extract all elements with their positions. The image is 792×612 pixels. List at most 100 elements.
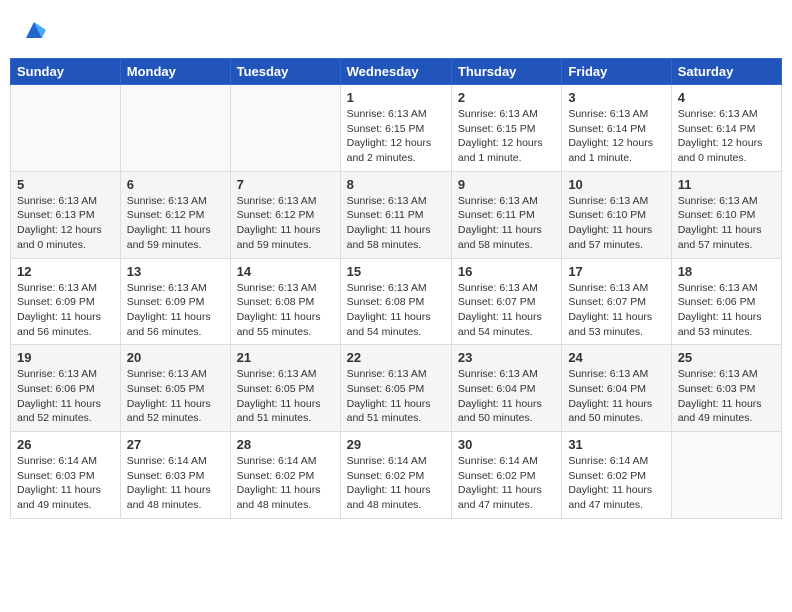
day-info: Sunrise: 6:13 AM Sunset: 6:07 PM Dayligh… xyxy=(568,281,664,340)
calendar-cell: 6 Sunrise: 6:13 AM Sunset: 6:12 PM Daylig… xyxy=(120,171,230,258)
calendar-cell: 13Sunrise: 6:13 AM Sunset: 6:09 PM Dayli… xyxy=(120,258,230,345)
day-number: 19 xyxy=(17,350,114,365)
calendar-cell xyxy=(671,432,781,519)
day-number: 4 xyxy=(678,90,775,105)
day-number: 28 xyxy=(237,437,334,452)
day-info: Sunrise: 6:13 AM Sunset: 6:08 PM Dayligh… xyxy=(237,281,334,340)
day-info: Sunrise: 6:13 AM Sunset: 6:04 PM Dayligh… xyxy=(458,367,555,426)
calendar-cell xyxy=(11,85,121,172)
calendar-cell: 22 Sunrise: 6:13 AM Sunset: 6:05 PM Dayli… xyxy=(340,345,451,432)
day-number: 23 xyxy=(458,350,555,365)
calendar-cell: 17 Sunrise: 6:13 AM Sunset: 6:07 PM Dayli… xyxy=(562,258,671,345)
day-number: 17 xyxy=(568,264,664,279)
calendar-week-row: 1 Sunrise: 6:13 AM Sunset: 6:15 PM Daylig… xyxy=(11,85,782,172)
weekday-header-wednesday: Wednesday xyxy=(340,59,451,85)
calendar-cell xyxy=(230,85,340,172)
calendar-cell: 15 Sunrise: 6:13 AM Sunset: 6:08 PM Dayli… xyxy=(340,258,451,345)
calendar-cell: 24 Sunrise: 6:13 AM Sunset: 6:04 PM Dayli… xyxy=(562,345,671,432)
day-info: Sunrise: 6:13 AM Sunset: 6:14 PM Dayligh… xyxy=(678,107,775,166)
day-info: Sunrise: 6:13 AM Sunset: 6:12 PM Dayligh… xyxy=(237,194,334,253)
day-info: Sunrise: 6:14 AM Sunset: 6:03 PM Dayligh… xyxy=(17,454,114,513)
calendar-week-row: 5Sunrise: 6:13 AM Sunset: 6:13 PM Daylig… xyxy=(11,171,782,258)
day-number: 30 xyxy=(458,437,555,452)
day-info: Sunrise: 6:13 AM Sunset: 6:14 PM Dayligh… xyxy=(568,107,664,166)
calendar-cell: 23 Sunrise: 6:13 AM Sunset: 6:04 PM Dayli… xyxy=(451,345,561,432)
day-info: Sunrise: 6:13 AM Sunset: 6:10 PM Dayligh… xyxy=(678,194,775,253)
logo xyxy=(20,18,46,42)
day-number: 27 xyxy=(127,437,224,452)
day-info: Sunrise: 6:13 AM Sunset: 6:15 PM Dayligh… xyxy=(347,107,445,166)
calendar-week-row: 26 Sunrise: 6:14 AM Sunset: 6:03 PM Dayli… xyxy=(11,432,782,519)
day-info: Sunrise: 6:13 AM Sunset: 6:05 PM Dayligh… xyxy=(237,367,334,426)
day-info: Sunrise: 6:13 AM Sunset: 6:09 PM Dayligh… xyxy=(127,281,224,340)
calendar-cell: 25 Sunrise: 6:13 AM Sunset: 6:03 PM Dayli… xyxy=(671,345,781,432)
day-info: Sunrise: 6:13 AM Sunset: 6:06 PM Dayligh… xyxy=(678,281,775,340)
day-number: 24 xyxy=(568,350,664,365)
day-number: 11 xyxy=(678,177,775,192)
weekday-header-tuesday: Tuesday xyxy=(230,59,340,85)
calendar-cell: 11 Sunrise: 6:13 AM Sunset: 6:10 PM Dayli… xyxy=(671,171,781,258)
day-info: Sunrise: 6:13 AM Sunset: 6:04 PM Dayligh… xyxy=(568,367,664,426)
calendar-cell xyxy=(120,85,230,172)
weekday-header-sunday: Sunday xyxy=(11,59,121,85)
day-info: Sunrise: 6:13 AM Sunset: 6:07 PM Dayligh… xyxy=(458,281,555,340)
calendar-cell: 29 Sunrise: 6:14 AM Sunset: 6:02 PM Dayli… xyxy=(340,432,451,519)
day-number: 12 xyxy=(17,264,114,279)
day-info: Sunrise: 6:13 AM Sunset: 6:10 PM Dayligh… xyxy=(568,194,664,253)
calendar-cell: 5Sunrise: 6:13 AM Sunset: 6:13 PM Daylig… xyxy=(11,171,121,258)
day-number: 2 xyxy=(458,90,555,105)
day-number: 21 xyxy=(237,350,334,365)
day-info: Sunrise: 6:13 AM Sunset: 6:05 PM Dayligh… xyxy=(127,367,224,426)
day-info: Sunrise: 6:14 AM Sunset: 6:03 PM Dayligh… xyxy=(127,454,224,513)
calendar-cell: 18 Sunrise: 6:13 AM Sunset: 6:06 PM Dayli… xyxy=(671,258,781,345)
calendar-table: SundayMondayTuesdayWednesdayThursdayFrid… xyxy=(10,58,782,519)
day-info: Sunrise: 6:14 AM Sunset: 6:02 PM Dayligh… xyxy=(347,454,445,513)
weekday-header-saturday: Saturday xyxy=(671,59,781,85)
day-number: 22 xyxy=(347,350,445,365)
day-number: 26 xyxy=(17,437,114,452)
calendar-week-row: 19Sunrise: 6:13 AM Sunset: 6:06 PM Dayli… xyxy=(11,345,782,432)
calendar-cell: 12Sunrise: 6:13 AM Sunset: 6:09 PM Dayli… xyxy=(11,258,121,345)
day-number: 15 xyxy=(347,264,445,279)
day-number: 1 xyxy=(347,90,445,105)
day-number: 3 xyxy=(568,90,664,105)
day-info: Sunrise: 6:13 AM Sunset: 6:05 PM Dayligh… xyxy=(347,367,445,426)
day-info: Sunrise: 6:13 AM Sunset: 6:12 PM Dayligh… xyxy=(127,194,224,253)
calendar-cell: 10 Sunrise: 6:13 AM Sunset: 6:10 PM Dayli… xyxy=(562,171,671,258)
calendar-cell: 16Sunrise: 6:13 AM Sunset: 6:07 PM Dayli… xyxy=(451,258,561,345)
day-info: Sunrise: 6:13 AM Sunset: 6:15 PM Dayligh… xyxy=(458,107,555,166)
day-info: Sunrise: 6:14 AM Sunset: 6:02 PM Dayligh… xyxy=(568,454,664,513)
weekday-header-friday: Friday xyxy=(562,59,671,85)
day-info: Sunrise: 6:14 AM Sunset: 6:02 PM Dayligh… xyxy=(237,454,334,513)
day-info: Sunrise: 6:14 AM Sunset: 6:02 PM Dayligh… xyxy=(458,454,555,513)
day-number: 7 xyxy=(237,177,334,192)
day-number: 8 xyxy=(347,177,445,192)
day-info: Sunrise: 6:13 AM Sunset: 6:08 PM Dayligh… xyxy=(347,281,445,340)
calendar-cell: 8Sunrise: 6:13 AM Sunset: 6:11 PM Daylig… xyxy=(340,171,451,258)
day-number: 20 xyxy=(127,350,224,365)
calendar-week-row: 12 Sunrise: 6:13 AM Sunset: 6:09 PM Dayli… xyxy=(11,258,782,345)
calendar-cell: 1 Sunrise: 6:13 AM Sunset: 6:15 PM Daylig… xyxy=(340,85,451,172)
calendar-cell: 19Sunrise: 6:13 AM Sunset: 6:06 PM Dayli… xyxy=(11,345,121,432)
logo-icon xyxy=(22,18,46,42)
day-number: 18 xyxy=(678,264,775,279)
day-info: Sunrise: 6:13 AM Sunset: 6:11 PM Dayligh… xyxy=(458,194,555,253)
calendar-cell: 3 Sunrise: 6:13 AM Sunset: 6:14 PM Daylig… xyxy=(562,85,671,172)
day-number: 9 xyxy=(458,177,555,192)
calendar-cell: 7 Sunrise: 6:13 AM Sunset: 6:12 PM Daylig… xyxy=(230,171,340,258)
day-number: 6 xyxy=(127,177,224,192)
calendar-cell: 30 Sunrise: 6:14 AM Sunset: 6:02 PM Dayli… xyxy=(451,432,561,519)
calendar-header-row: SundayMondayTuesdayWednesdayThursdayFrid… xyxy=(11,59,782,85)
day-info: Sunrise: 6:13 AM Sunset: 6:03 PM Dayligh… xyxy=(678,367,775,426)
calendar-cell: 4 Sunrise: 6:13 AM Sunset: 6:14 PM Daylig… xyxy=(671,85,781,172)
day-number: 25 xyxy=(678,350,775,365)
day-number: 10 xyxy=(568,177,664,192)
day-number: 31 xyxy=(568,437,664,452)
calendar-cell: 27 Sunrise: 6:14 AM Sunset: 6:03 PM Dayli… xyxy=(120,432,230,519)
day-number: 14 xyxy=(237,264,334,279)
calendar-cell: 28 Sunrise: 6:14 AM Sunset: 6:02 PM Dayli… xyxy=(230,432,340,519)
calendar-cell: 31 Sunrise: 6:14 AM Sunset: 6:02 PM Dayli… xyxy=(562,432,671,519)
calendar-cell: 9 Sunrise: 6:13 AM Sunset: 6:11 PM Daylig… xyxy=(451,171,561,258)
calendar-cell: 26 Sunrise: 6:14 AM Sunset: 6:03 PM Dayli… xyxy=(11,432,121,519)
day-number: 29 xyxy=(347,437,445,452)
